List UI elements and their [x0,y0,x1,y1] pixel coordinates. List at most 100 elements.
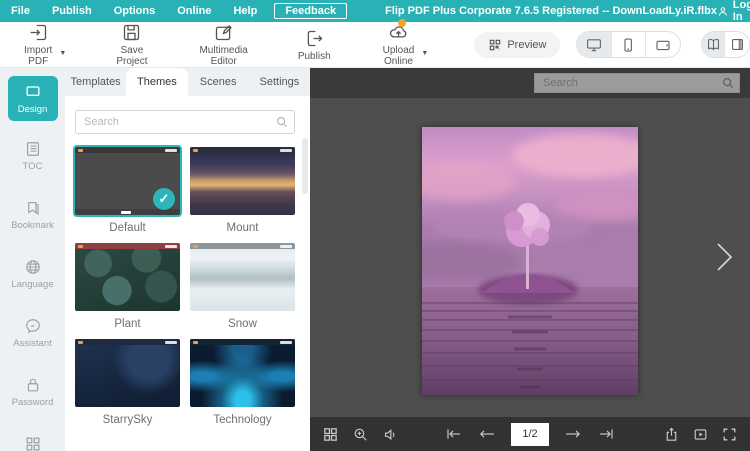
chevron-right-icon [717,243,733,271]
preview-search-input[interactable] [534,73,740,93]
tab-themes[interactable]: Themes [126,68,188,96]
save-project-button[interactable]: Save Project [110,20,153,69]
preview-button[interactable]: Preview [474,31,561,58]
fullscreen-button[interactable] [721,426,738,443]
sidebar-item-language[interactable]: Language [8,251,58,296]
arrow-left-icon [480,430,494,438]
first-page-icon [447,429,460,439]
theme-thumbnail[interactable]: ✓ [73,145,182,217]
theme-item-technology[interactable]: Technology [190,339,295,426]
theme-thumbnail[interactable] [75,243,180,311]
tab-settings[interactable]: Settings [249,68,310,96]
sidebar-item-toc[interactable]: TOC [8,133,58,178]
theme-name: Plant [114,318,141,330]
upload-dropdown-caret[interactable]: ▼ [421,48,428,59]
zoom-in-button[interactable] [352,426,369,443]
menu-options[interactable]: Options [103,0,167,22]
theme-thumbnail[interactable] [190,147,295,215]
speaker-icon [384,428,395,440]
login-button[interactable]: Log In [717,0,750,23]
preview-topbar [310,68,750,98]
theme-thumbnail[interactable] [190,243,295,311]
tab-scenes[interactable]: Scenes [188,68,249,96]
theme-thumbnail[interactable] [75,339,180,407]
tab-templates[interactable]: Templates [65,68,126,96]
lock-icon [27,378,38,392]
device-desktop-toggle[interactable] [577,32,612,57]
single-page-icon [731,39,743,50]
theme-thumbnail[interactable] [190,339,295,407]
theme-item-mount[interactable]: Mount [190,147,295,234]
next-page-arrow[interactable] [712,240,736,279]
single-page-toggle[interactable] [725,32,749,57]
preview-grid-icon [490,39,501,50]
import-pdf-label: Import [24,45,53,56]
panel-tabs: Templates Themes Scenes Settings [65,68,310,96]
share-icon [666,427,677,441]
save-icon [124,24,140,41]
page-view-toggle-group [700,31,750,58]
arrow-right-icon [566,430,580,438]
login-label: Log In [732,0,750,23]
thumb-topbar [75,339,180,345]
sound-button[interactable] [382,426,399,443]
multimedia-editor-button[interactable]: Multimedia Editor [193,20,253,69]
sidebar-item-page[interactable]: Page [8,428,58,451]
theme-grid: ✓ Default Mount Plant Snow StarrySky Tec… [73,145,295,426]
prev-page-button[interactable] [477,426,497,442]
open-book-icon [707,39,719,50]
preview-search [534,73,740,93]
titlebar: File Publish Options Online Help Feedbac… [0,0,750,23]
menu-publish[interactable]: Publish [41,0,103,22]
theme-item-default[interactable]: ✓ Default [73,145,182,234]
thumb-topbar [190,147,295,153]
sidebar-label: Bookmark [11,220,54,231]
publish-icon [307,30,323,46]
pink-tree-page-image [422,127,638,395]
menu-help[interactable]: Help [222,0,268,22]
next-page-button[interactable] [563,426,583,442]
panel-scrollbar[interactable] [302,138,308,194]
zoom-in-icon [354,428,367,441]
first-page-button[interactable] [443,426,463,442]
left-sidebar: Design TOC Bookmark Language Assistant P… [0,68,65,451]
video-button[interactable] [692,426,709,443]
device-phone-toggle[interactable] [612,32,646,57]
page-number-input[interactable] [511,422,549,446]
multimedia-editor-icon [215,25,233,41]
thumbnails-button[interactable] [322,426,339,443]
menu-online[interactable]: Online [166,0,222,22]
theme-name: StarrySky [102,414,153,426]
feedback-button[interactable]: Feedback [274,3,348,19]
upload-online-button[interactable]: Upload Online ▼ [377,19,428,69]
last-page-button[interactable] [597,426,617,442]
sidebar-item-assistant[interactable]: Assistant [8,310,58,355]
publish-button[interactable]: Publish [292,26,337,64]
theme-item-starrysky[interactable]: StarrySky [75,339,180,426]
thumb-topbar [75,243,180,249]
import-pdf-button[interactable]: Import PDF ▼ [18,20,66,69]
book-page[interactable] [422,127,638,395]
sidebar-item-design[interactable]: Design [7,76,58,121]
last-page-icon [600,429,613,439]
themes-search-input[interactable] [75,110,295,134]
preview-bottombar [310,417,750,451]
theme-name: Mount [226,222,259,234]
theme-item-snow[interactable]: Snow [190,243,295,330]
tablet-icon [656,40,670,50]
sidebar-label: Language [11,279,54,290]
sidebar-item-bookmark[interactable]: Bookmark [8,192,58,237]
theme-item-plant[interactable]: Plant [75,243,180,330]
thumb-topbar [190,339,295,345]
device-tablet-toggle[interactable] [646,32,680,57]
sidebar-item-password[interactable]: Password [8,369,58,414]
page-grid-icon [26,437,39,451]
share-button[interactable] [663,426,680,443]
theme-name: Snow [228,318,257,330]
publish-label: Publish [297,50,331,62]
menu-file[interactable]: File [0,0,41,22]
import-pdf-icon [30,24,46,41]
double-page-toggle[interactable] [701,32,726,57]
design-icon [26,86,39,96]
import-dropdown-caret[interactable]: ▼ [59,48,66,59]
